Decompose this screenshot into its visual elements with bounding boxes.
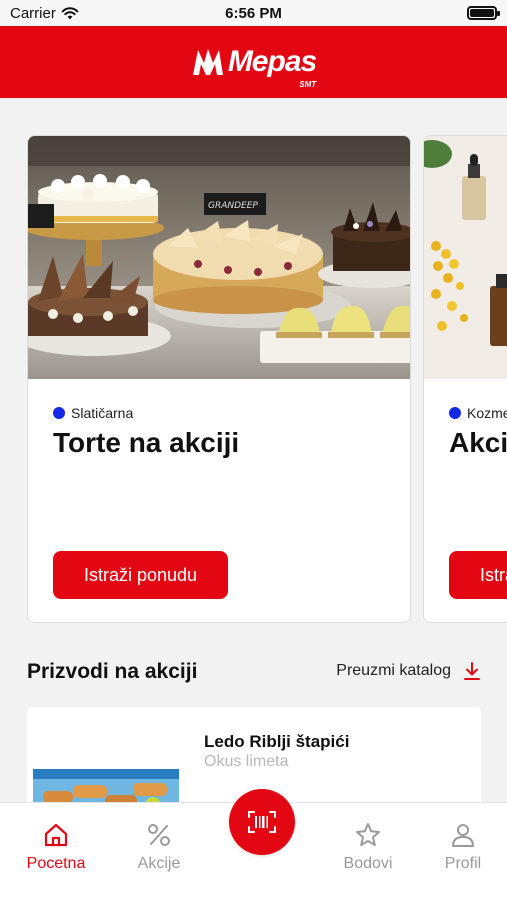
tab-home[interactable]: Pocetna: [11, 819, 101, 873]
tab-home-label: Pocetna: [26, 855, 86, 872]
promo-card-cakes[interactable]: GRANDEEP Slatičarna Torte na akciji Istr…: [27, 135, 411, 623]
logo-wordmark: Mepas SMT: [227, 45, 317, 89]
promo-card-cosmetics[interactable]: Kozmetika Akcija na kozmetiku Istraži po…: [423, 135, 507, 623]
card-title: Torte na akciji: [53, 427, 240, 458]
category-dot-icon: [449, 407, 461, 419]
tab-promotions-label: Akcije: [137, 855, 181, 872]
barcode-scan-icon: [248, 811, 276, 833]
mepas-logo: Mepas SMT: [191, 45, 317, 89]
user-icon: [452, 824, 474, 847]
cosmetics-photo: [424, 136, 507, 379]
clock: 6:56 PM: [225, 5, 282, 22]
display-sign-text: GRANDEEP: [208, 201, 258, 211]
tab-profile[interactable]: Profil: [418, 819, 507, 873]
explore-offer-button[interactable]: Istraži ponudu: [53, 551, 228, 599]
home-icon: [44, 823, 68, 847]
category-dot-icon: [53, 407, 65, 419]
logo-subtext: SMT: [299, 80, 317, 89]
download-catalog-label: Preuzmi katalog: [336, 662, 451, 679]
tab-profile-label: Profil: [444, 855, 482, 872]
tab-points[interactable]: Bodovi: [323, 819, 413, 873]
download-icon: [464, 662, 480, 680]
app-header: Mepas SMT: [0, 26, 507, 98]
products-section-title: Prizvodi na akciji: [27, 660, 198, 683]
card-category: Slatičarna: [53, 405, 133, 421]
logo-text: Mepas: [227, 45, 317, 78]
status-bar: Carrier 6:56 PM: [0, 0, 507, 26]
product-name: Ledo Riblji štapići: [204, 732, 350, 751]
explore-offer-button[interactable]: Istraži ponudu: [449, 551, 507, 599]
cosmetics-illustration: [424, 136, 507, 379]
tab-promotions[interactable]: Akcije: [114, 819, 204, 873]
product-subtitle: Okus limeta: [204, 753, 289, 770]
cakes-photo: GRANDEEP: [28, 136, 410, 379]
card-title: Akcija na kozmetiku: [449, 427, 507, 458]
tab-points-label: Bodovi: [343, 855, 393, 872]
cake-display-illustration: GRANDEEP: [28, 136, 410, 379]
star-icon: [356, 823, 380, 846]
download-catalog-link[interactable]: Preuzmi katalog: [336, 661, 481, 681]
percent-icon: [148, 824, 170, 846]
battery-icon: [467, 6, 500, 20]
card-category-label: Slatičarna: [71, 405, 134, 421]
mepas-logo-mark-icon: [192, 49, 223, 75]
scan-button[interactable]: [229, 789, 295, 855]
promo-carousel[interactable]: GRANDEEP Slatičarna Torte na akciji Istr…: [0, 135, 507, 625]
card-category: Kozmetika: [449, 405, 507, 421]
card-category-label: Kozmetika: [467, 405, 507, 421]
